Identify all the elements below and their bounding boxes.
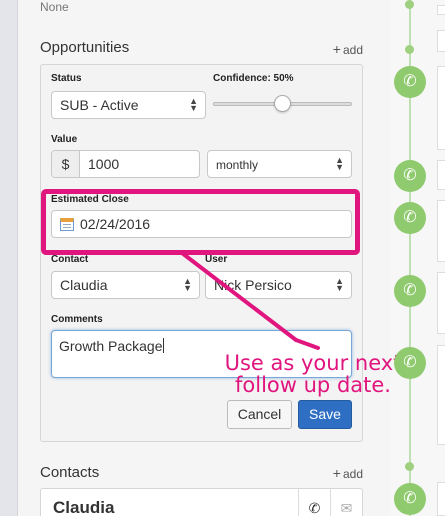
timeline-entry-card[interactable] [437,345,445,445]
timeline-entry-card[interactable] [437,30,445,52]
timeline-entry-card[interactable] [437,482,445,516]
timeline-call-icon[interactable]: ✆ [394,160,426,192]
contact-name: Claudia [53,498,115,516]
timeline-entry-card[interactable] [437,160,445,190]
timeline-call-icon[interactable]: ✆ [394,483,426,515]
timeline-entry-card[interactable] [437,66,445,150]
annotation-callout: Use as your next follow up date. [224,351,402,397]
annotation-arrow [180,251,320,350]
timeline-dot [405,0,414,9]
mail-icon[interactable]: ✉ [330,489,362,516]
timeline-entry-card[interactable] [437,5,445,15]
contacts-title: Contacts [40,464,100,481]
contact-card[interactable]: Claudia ✆ ✉ [40,488,363,516]
timeline-dot [405,462,414,471]
timeline-call-icon[interactable]: ✆ [394,66,426,98]
timeline-entry-card[interactable] [437,272,445,334]
timeline-call-icon[interactable]: ✆ [394,347,426,379]
timeline-call-icon[interactable]: ✆ [394,275,426,307]
add-contact-link[interactable]: + add [333,465,363,481]
timeline-call-icon[interactable]: ✆ [394,202,426,234]
phone-icon[interactable]: ✆ [298,489,330,516]
timeline-entry-card[interactable] [437,200,445,262]
plus-icon: + [332,465,341,481]
timeline-dot [405,45,414,54]
